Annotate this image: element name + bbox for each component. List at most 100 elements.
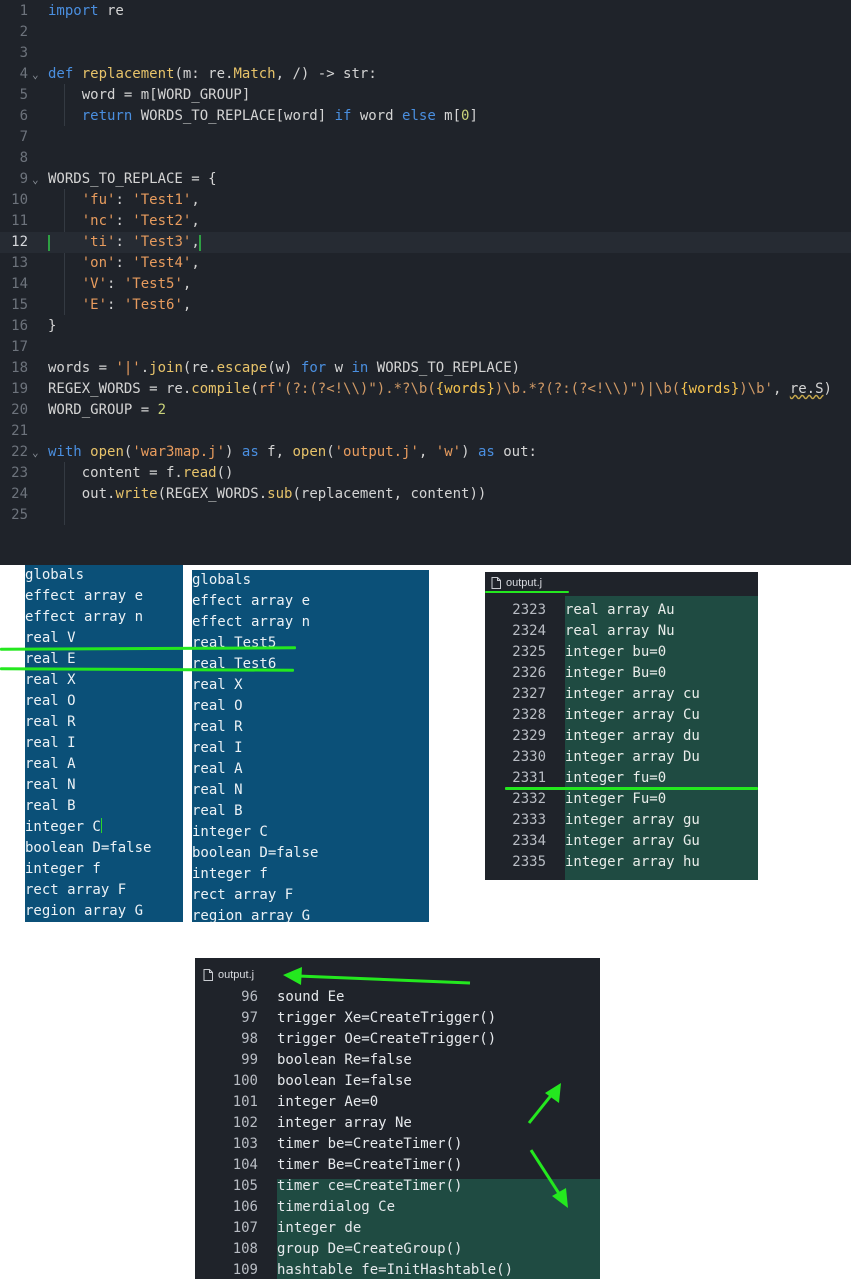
code-line[interactable]: 5 word = m[WORD_GROUP]: [0, 85, 851, 106]
code-line[interactable]: 14 'V': 'Test5',: [0, 274, 851, 295]
code-token: 'Test3': [132, 234, 192, 250]
line-number: 6: [19, 108, 28, 124]
code-line[interactable]: 16}: [0, 316, 851, 337]
code-line: integer array du: [565, 728, 700, 744]
code-text: effect array e: [192, 593, 311, 609]
code-line[interactable]: 22 ⌄ with open('war3map.j') as f, open('ou…: [0, 442, 851, 463]
code-line[interactable]: 13 'on': 'Test4',: [0, 253, 851, 274]
code-token: , /) -> str:: [275, 66, 377, 82]
code-token: 2: [157, 402, 167, 418]
code-token: word: [351, 108, 403, 124]
output-tab[interactable]: output.j: [491, 574, 542, 592]
text-caret: [48, 235, 50, 251]
tab-label: output.j: [218, 968, 255, 981]
line-number: 2329: [512, 728, 546, 744]
code-line[interactable]: 24 out.write(REGEX_WORDS.sub(replacement…: [0, 484, 851, 505]
code-line: globals: [192, 570, 251, 591]
code-line: effect array e: [192, 591, 310, 612]
code-line: timer Be=CreateTimer(): [277, 1157, 463, 1173]
code-line[interactable]: 17: [0, 337, 851, 358]
code-line[interactable]: 12 'ti': 'Test3',: [0, 232, 851, 253]
code-line[interactable]: 20 WORD_GROUP = 2: [0, 400, 851, 421]
code-line: boolean D=false: [192, 843, 318, 864]
code-line[interactable]: 11 'nc': 'Test2',: [0, 211, 851, 232]
code-line[interactable]: 1 import re: [0, 1, 851, 22]
code-text: region array G: [192, 908, 311, 922]
line-number: 2332: [512, 791, 546, 807]
code-line: integer array Cu: [565, 707, 700, 723]
code-token: {words}: [680, 381, 740, 397]
code-token: 'E': [81, 297, 108, 313]
code-line[interactable]: 19 REGEX_WORDS = re.compile(rf'(?:(?<!\\)…: [0, 379, 851, 400]
output-file-window[interactable]: output.j 96 sound Ee 97 trigger Xe=CreateTr…: [195, 958, 600, 1279]
code-line: hashtable fe=InitHashtable(): [277, 1262, 514, 1278]
code-text: boolean D=false: [192, 845, 319, 861]
code-token: 'on': [81, 255, 116, 271]
code-token: (?:(?<!\\)").*?\b(: [284, 381, 436, 397]
code-line: real I: [25, 733, 76, 754]
fold-chevron-icon[interactable]: ⌄: [32, 169, 39, 190]
code-line: rect array F: [25, 880, 126, 901]
code-line: boolean D=false: [25, 838, 151, 859]
tab-label: output.j: [506, 577, 543, 589]
code-content: WORDS_TO_REPLACE = {: [48, 169, 217, 190]
code-text: integer f: [25, 861, 101, 877]
line-number: 2335: [512, 854, 546, 870]
code-line[interactable]: 4 ⌄ def replacement(m: re.Match, /) -> str…: [0, 64, 851, 85]
code-token: ): [225, 444, 242, 460]
code-line[interactable]: 9 ⌄ WORDS_TO_REPLACE = {: [0, 169, 851, 190]
line-number: 99: [241, 1052, 258, 1068]
code-line: real X: [192, 675, 243, 696]
highlight-line: [505, 787, 758, 790]
code-line[interactable]: 18 words = '|'.join(re.escape(w) for w in…: [0, 358, 851, 379]
code-content: 'V': 'Test5',: [81, 276, 192, 292]
fold-chevron-icon[interactable]: ⌄: [32, 442, 39, 463]
code-text: effect array e: [25, 588, 144, 604]
code-line[interactable]: 25: [0, 505, 851, 526]
code-content: out.write(REGEX_WORDS.sub(replacement, c…: [48, 484, 487, 505]
code-line[interactable]: 21: [0, 421, 851, 442]
line-number: 18: [11, 360, 28, 376]
code-text: integer C: [192, 824, 268, 840]
code-line[interactable]: 6 return WORDS_TO_REPLACE[word] if word …: [0, 106, 851, 127]
line-number: 2327: [512, 686, 546, 702]
code-token: (: [250, 381, 259, 397]
code-line: timer ce=CreateTimer(): [277, 1178, 463, 1194]
line-number: 13: [11, 255, 28, 271]
code-text: real N: [192, 782, 243, 798]
code-editor[interactable]: 1 import re 2 3 4 ⌄ def replacement(m: re.Matc…: [0, 0, 851, 565]
code-token: ,: [772, 381, 790, 397]
code-text: real B: [25, 798, 76, 814]
code-token: 'ti': [81, 234, 116, 250]
output-tab[interactable]: output.j: [203, 966, 254, 984]
line-number: 2328: [512, 707, 546, 723]
code-text: real A: [25, 756, 76, 772]
code-line[interactable]: 2: [0, 22, 851, 43]
line-number: 2330: [512, 749, 546, 765]
code-token: 'Test4': [132, 255, 192, 271]
code-line: real B: [25, 796, 76, 817]
line-number: 2333: [512, 812, 546, 828]
code-line: integer C: [192, 822, 268, 843]
code-token: read: [182, 465, 217, 481]
replaced-file-selection[interactable]: globals effect array e effect array n real …: [192, 570, 429, 922]
line-number: 4: [19, 66, 28, 82]
line-number: 24: [11, 486, 28, 502]
code-line[interactable]: 15 'E': 'Test6',: [0, 295, 851, 316]
output-selection[interactable]: real array Au real array Nu integer bu=0 in…: [565, 596, 758, 880]
code-line: sound Ee: [277, 989, 345, 1005]
code-content: words = '|'.join(re.escape(w) for w in W…: [48, 358, 520, 379]
fold-chevron-icon[interactable]: ⌄: [32, 64, 39, 85]
code-token: (replacement, content)): [292, 486, 487, 502]
code-line: real A: [25, 754, 76, 775]
original-file-selection[interactable]: globals effect array e effect array n real …: [25, 565, 183, 922]
line-number: 103: [232, 1136, 258, 1152]
code-line[interactable]: 23 content = f.read(): [0, 463, 851, 484]
code-token: with: [48, 444, 82, 460]
code-line[interactable]: 3: [0, 43, 851, 64]
code-line[interactable]: 8: [0, 148, 851, 169]
code-line[interactable]: 7: [0, 127, 851, 148]
code-text: globals: [25, 567, 85, 583]
code-token: )\b': [739, 381, 773, 397]
code-line[interactable]: 10 'fu': 'Test1',: [0, 190, 851, 211]
